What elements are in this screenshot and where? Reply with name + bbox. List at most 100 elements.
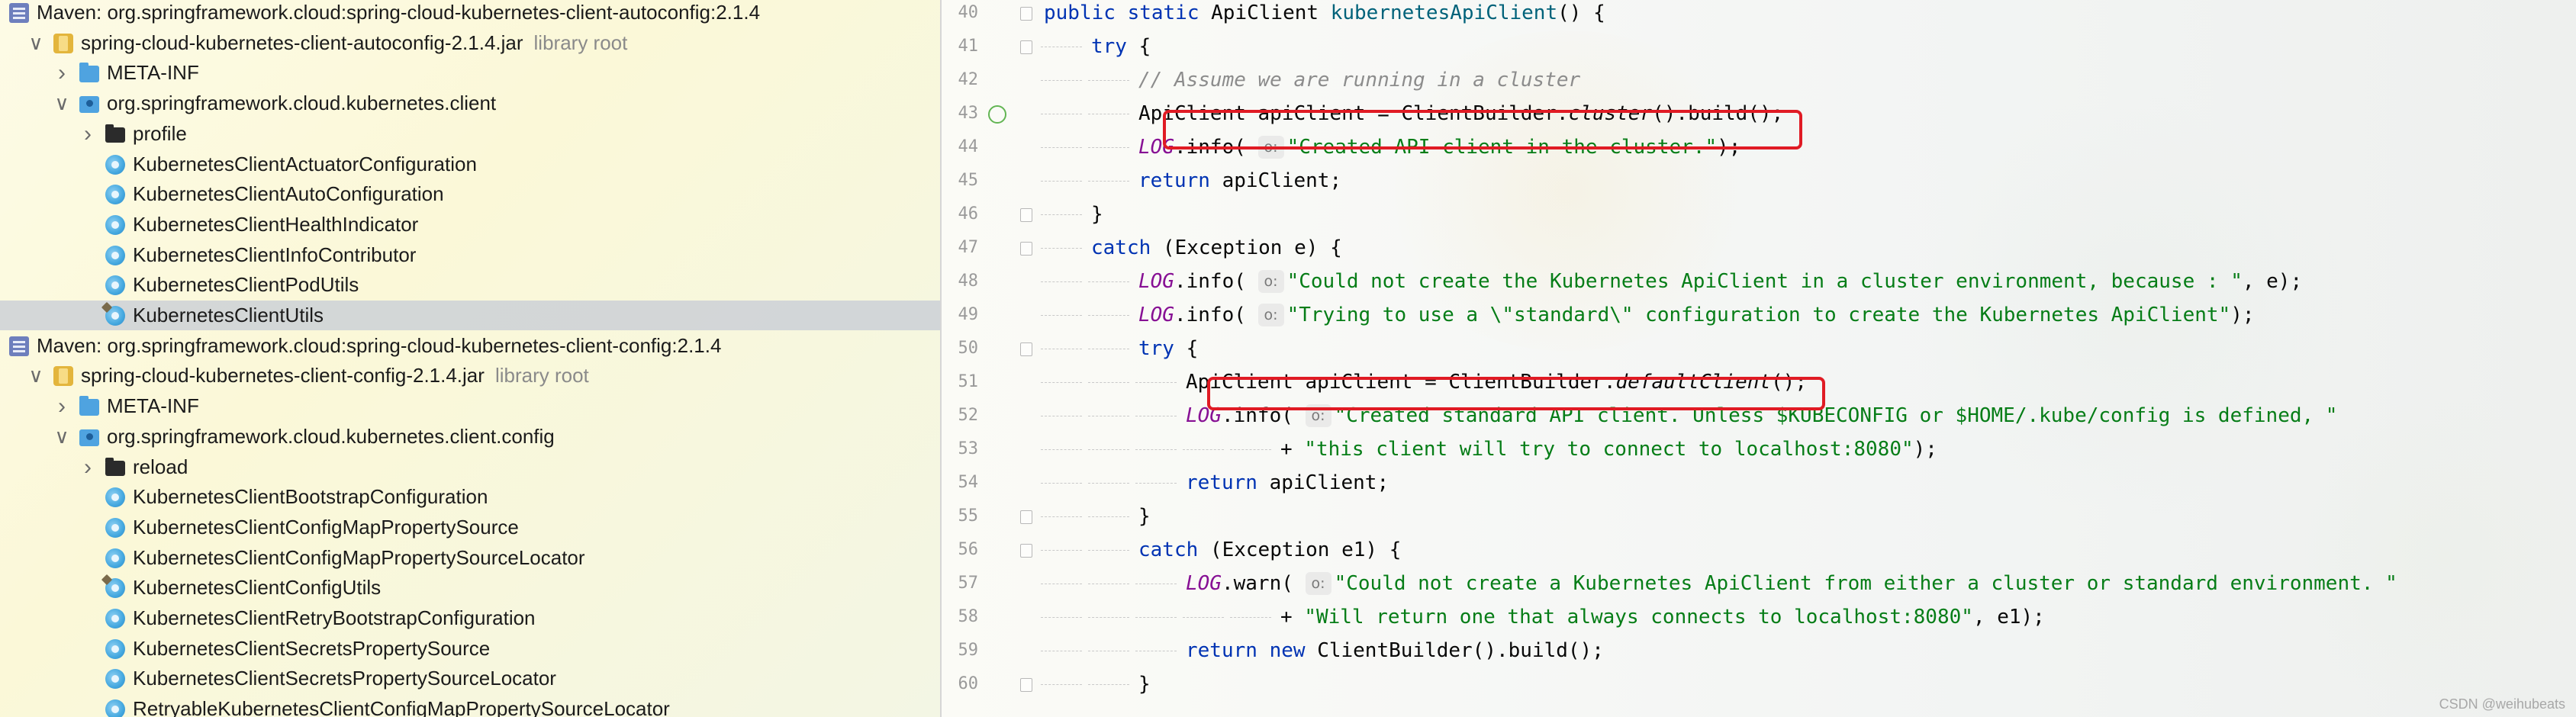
code-line[interactable]: catch (Exception e) { [1091, 231, 1342, 265]
code-token: // Assume we are running in a cluster [1138, 69, 1581, 92]
tree-row[interactable]: KubernetesClientConfigMapPropertySource [0, 513, 940, 542]
fold-marker-icon[interactable] [1020, 242, 1032, 256]
tree-row[interactable]: Maven: org.springframework.cloud:spring-… [0, 0, 940, 27]
code-line[interactable]: } [1138, 500, 1151, 533]
tree-row-label: spring-cloud-kubernetes-client-config-2.… [81, 364, 485, 387]
fold-marker-icon[interactable] [1020, 544, 1032, 558]
code-token: + [1280, 606, 1305, 629]
fold-marker-icon[interactable] [1020, 510, 1032, 524]
line-number-gutter: 40 41 42 43 44 45 46 47 48 49 50 51 52 53 54 55 56 57 58 59… [942, 0, 1038, 717]
fold-marker-icon[interactable] [1020, 342, 1032, 356]
tree-row[interactable]: ∨ org.springframework.cloud.kubernetes.cl… [0, 88, 940, 118]
chevron-right-icon[interactable]: › [79, 455, 96, 480]
fold-marker-icon[interactable] [1020, 40, 1032, 54]
indent-guide [1088, 80, 1129, 81]
chevron-right-icon[interactable]: › [53, 60, 70, 85]
indent-guide [1088, 181, 1129, 182]
line-number: 44 [958, 137, 979, 156]
code-token: LOG [1138, 304, 1174, 326]
code-line[interactable]: LOG.warn( o: "Could not create a Kubernet… [1186, 567, 2397, 600]
java-class-icon [105, 245, 125, 265]
code-editor[interactable]: 40 41 42 43 44 45 46 47 48 49 50 51 52 53 54 55 56 57 58 59… [942, 0, 2576, 717]
tree-row-label: KubernetesClientRetryBootstrapConfigurat… [133, 606, 536, 629]
line-number: 60 [958, 674, 979, 693]
code-line[interactable]: return apiClient; [1138, 164, 1341, 198]
tree-row[interactable]: ∨ spring-cloud-kubernetes-client-autoconf… [0, 28, 940, 58]
code-line[interactable]: return new ClientBuilder().build(); [1186, 634, 1604, 667]
project-tree-panel[interactable]: Maven: org.springframework.cloud:spring-… [0, 0, 940, 717]
tree-row[interactable]: KubernetesClientConfigUtils [0, 573, 940, 603]
fold-marker-icon[interactable] [1020, 208, 1032, 222]
code-token: "this client will try to connect to loca… [1304, 438, 1914, 461]
code-line[interactable]: public static ApiClient kubernetesApiCli… [1044, 0, 1605, 30]
code-line[interactable]: } [1138, 667, 1151, 701]
code-line[interactable]: LOG.info( o: "Could not create the Kubern… [1138, 265, 2302, 298]
code-line[interactable]: + "Will return one that always connects … [1280, 600, 2045, 634]
code-line[interactable]: + "this client will try to connect to lo… [1280, 432, 1937, 466]
indent-guide [1230, 617, 1271, 618]
tree-row[interactable]: RetryableKubernetesClientConfigMapProper… [0, 694, 940, 717]
tree-row[interactable]: KubernetesClientRetryBootstrapConfigurat… [0, 603, 940, 633]
tree-row[interactable]: KubernetesClientInfoContributor [0, 240, 940, 270]
fold-marker-icon[interactable] [1020, 678, 1032, 692]
chevron-right-icon[interactable]: › [53, 394, 70, 419]
package-icon [79, 95, 99, 113]
code-line[interactable]: } [1091, 198, 1103, 231]
code-token: ApiClient [1211, 2, 1331, 24]
tree-row[interactable]: › profile [0, 119, 940, 149]
tree-row[interactable]: KubernetesClientPodUtils [0, 270, 940, 300]
tree-row[interactable]: › META-INF [0, 391, 940, 421]
code-line[interactable]: LOG.info( o: "Trying to use a \"standard\… [1138, 298, 2255, 332]
indent-guide [1041, 80, 1082, 81]
tree-row[interactable]: KubernetesClientSecretsPropertySourceLoc… [0, 664, 940, 693]
chevron-down-icon[interactable]: ∨ [53, 425, 70, 448]
code-line[interactable]: return apiClient; [1186, 466, 1389, 500]
bean-gutter-icon[interactable] [988, 105, 1006, 124]
line-number: 51 [958, 372, 979, 391]
tree-row[interactable]: KubernetesClientHealthIndicator [0, 210, 940, 240]
tree-row[interactable]: KubernetesClientAutoConfiguration [0, 179, 940, 209]
tree-row[interactable]: KubernetesClientBootstrapConfiguration [0, 482, 940, 512]
line-number: 46 [958, 204, 979, 223]
indent-guide [1041, 483, 1082, 484]
code-token: LOG [1186, 572, 1222, 595]
indent-guide [1088, 147, 1129, 148]
fold-marker-icon[interactable] [1020, 7, 1032, 21]
java-class-icon [105, 638, 125, 659]
code-token: catch [1138, 539, 1210, 561]
chevron-down-icon[interactable]: ∨ [27, 364, 44, 387]
code-line[interactable]: try { [1091, 30, 1151, 63]
highlight-box-default-client [1207, 377, 1825, 410]
code-token: apiClient; [1222, 169, 1342, 192]
code-line[interactable]: catch (Exception e1) { [1138, 533, 1401, 567]
tree-row-label: KubernetesClientSecretsPropertySource [133, 637, 491, 660]
chevron-right-icon[interactable]: › [79, 121, 96, 146]
tree-row[interactable]: KubernetesClientSecretsPropertySource [0, 634, 940, 664]
tree-row[interactable]: › reload [0, 452, 940, 482]
tree-row[interactable]: › META-INF [0, 58, 940, 88]
java-class-icon [105, 487, 125, 507]
java-final-class-icon [105, 577, 125, 598]
code-token: try [1091, 35, 1127, 58]
tree-row[interactable]: ∨ spring-cloud-kubernetes-client-config-2… [0, 361, 940, 391]
chevron-down-icon[interactable]: ∨ [53, 92, 70, 114]
line-number: 54 [958, 473, 979, 492]
tree-row[interactable]: KubernetesClientUtils [0, 301, 940, 330]
tree-row[interactable]: KubernetesClientConfigMapPropertySourceL… [0, 543, 940, 573]
chevron-down-icon[interactable]: ∨ [27, 31, 44, 54]
indent-guide [1088, 550, 1129, 551]
code-token: public static [1044, 2, 1212, 24]
java-class-icon [105, 154, 125, 175]
tree-row[interactable]: Maven: org.springframework.cloud:spring-… [0, 331, 940, 361]
indent-guide [1041, 214, 1082, 215]
code-line[interactable]: // Assume we are running in a cluster [1138, 63, 1580, 97]
code-line[interactable]: try { [1138, 332, 1198, 365]
parameter-hint: o: [1305, 572, 1331, 595]
code-token: , e1); [1972, 606, 2045, 629]
tree-row[interactable]: ∨ org.springframework.cloud.kubernetes.cl… [0, 422, 940, 452]
tree-row[interactable]: KubernetesClientActuatorConfiguration [0, 150, 940, 179]
